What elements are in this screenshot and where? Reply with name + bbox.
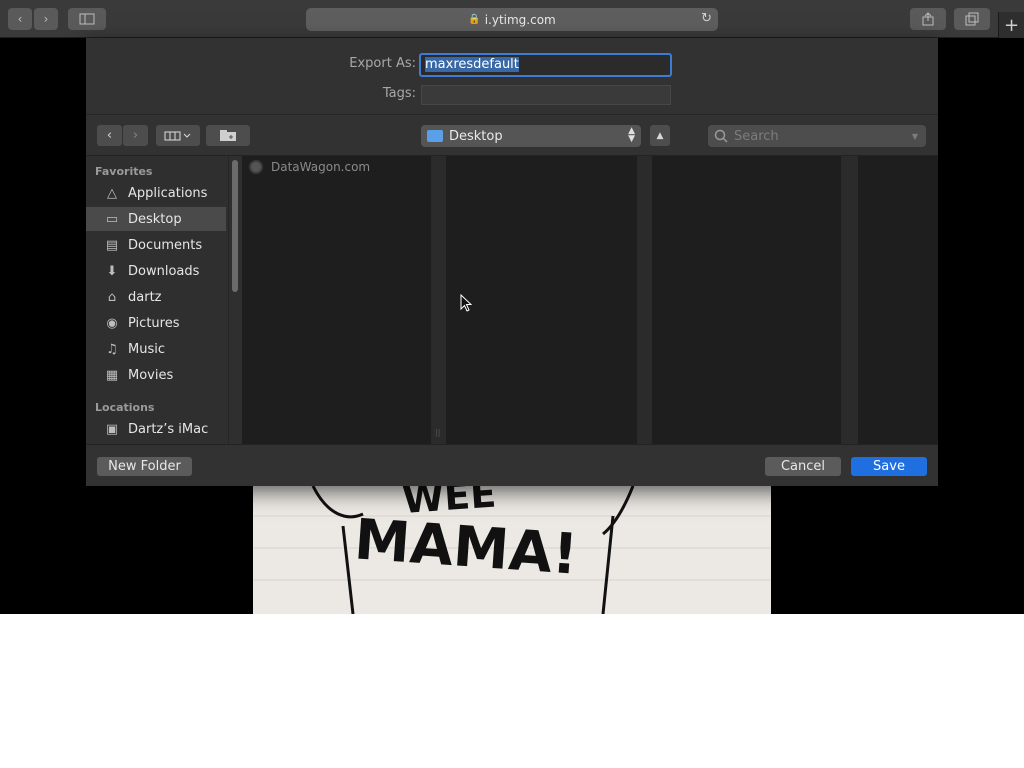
new-tab-button[interactable]: + <box>998 12 1024 38</box>
updown-chevron-icon: ▲ ▼ <box>628 126 635 144</box>
sidebar-item-applications[interactable]: △ Applications <box>86 181 226 205</box>
new-folder-button[interactable]: New Folder <box>97 457 192 476</box>
nav-back-button[interactable]: ‹ <box>97 125 122 146</box>
sidebar-item-label: Movies <box>128 367 174 383</box>
column-1: DataWagon.com <box>242 156 432 444</box>
mouse-cursor-icon <box>460 294 473 312</box>
location-popup[interactable]: Desktop ▲ ▼ <box>421 125 641 147</box>
sidebar-scrollbar[interactable] <box>228 156 240 444</box>
save-button[interactable]: Save <box>851 457 927 476</box>
column-2 <box>446 156 638 444</box>
cancel-button[interactable]: Cancel <box>765 457 841 476</box>
documents-icon: ▤ <box>105 237 119 253</box>
navigation-bar: ‹ › Desktop ▲ ▼ ▲ Search ▼ <box>86 115 938 155</box>
sidebar-item-pictures[interactable]: ◉ Pictures <box>86 311 226 335</box>
chevron-down-icon: ▼ <box>911 131 918 141</box>
sidebar-item-dartz[interactable]: ⌂ dartz <box>86 285 226 309</box>
applications-icon: △ <box>107 185 117 201</box>
sidebar-item-label: Desktop <box>128 211 182 227</box>
column-3 <box>652 156 842 444</box>
tags-label: Tags: <box>382 86 416 101</box>
background-image: WEE MAMA! <box>253 486 771 614</box>
address-bar[interactable]: 🔒 i.ytimg.com ↻ <box>306 8 718 31</box>
sidebar-item-label: Pictures <box>128 315 180 331</box>
url-text: i.ytimg.com <box>484 12 556 27</box>
file-browser: DataWagon.com || <box>242 156 938 444</box>
chevron-left-icon: ‹ <box>17 12 23 26</box>
search-icon <box>714 129 728 143</box>
imac-icon: ▣ <box>105 421 119 437</box>
new-folder-icon <box>220 130 236 141</box>
sidebar-item-desktop[interactable]: ▭ Desktop <box>86 207 226 231</box>
column-divider[interactable] <box>842 156 858 444</box>
column-divider[interactable] <box>432 156 446 444</box>
sidebar-item-downloads[interactable]: ⬇ Downloads <box>86 259 226 283</box>
sidebar: Favorites △ Applications ▭ Desktop ▤ Doc… <box>86 156 242 444</box>
dialog-footer: New Folder Cancel Save <box>86 444 938 486</box>
desktop-icon: ▭ <box>105 211 119 227</box>
movies-icon: ▦ <box>105 367 119 383</box>
forward-button[interactable]: › <box>34 8 58 30</box>
sidebar-item-label: Downloads <box>128 263 200 279</box>
column-4 <box>858 156 938 444</box>
tabs-overview-button[interactable] <box>954 8 990 30</box>
export-dialog: Export As: maxresdefault Tags: ‹ › Deskt… <box>86 38 938 486</box>
share-icon <box>922 12 934 26</box>
back-button[interactable]: ‹ <box>8 8 32 30</box>
file-icon <box>249 160 263 174</box>
sidebar-item-label: Dartz’s iMac <box>128 421 209 437</box>
resize-handle-icon[interactable]: || <box>435 428 440 437</box>
browser-toolbar: ‹ › 🔒 i.ytimg.com ↻ + <box>0 0 1024 38</box>
nav-forward-button[interactable]: › <box>123 125 148 146</box>
file-item[interactable]: DataWagon.com <box>242 158 370 176</box>
sidebar-item-music[interactable]: ♫ Music <box>86 337 226 361</box>
column-view-icon <box>164 131 191 140</box>
search-placeholder: Search <box>734 128 779 144</box>
reload-icon[interactable]: ↻ <box>701 11 712 26</box>
favorites-header: Favorites <box>95 165 153 178</box>
pictures-icon: ◉ <box>106 315 118 331</box>
chevron-right-icon: › <box>43 12 49 26</box>
collapse-button[interactable]: ▲ <box>650 125 670 146</box>
scrollbar-thumb[interactable] <box>232 160 238 292</box>
downloads-icon: ⬇ <box>106 263 118 279</box>
location-label: Desktop <box>449 128 503 144</box>
page-bottom <box>0 614 1024 768</box>
sidebar-item-documents[interactable]: ▤ Documents <box>86 233 226 257</box>
sidebar-icon <box>79 13 95 25</box>
export-as-field[interactable]: maxresdefault <box>419 53 672 77</box>
column-divider[interactable] <box>638 156 652 444</box>
home-icon: ⌂ <box>107 289 117 305</box>
sidebar-toggle-button[interactable] <box>68 8 106 30</box>
view-mode-button[interactable] <box>156 125 200 146</box>
sidebar-item-label: Music <box>128 341 165 357</box>
lock-icon: 🔒 <box>468 14 481 25</box>
sidebar-item-label: Documents <box>128 237 203 253</box>
chevron-up-icon: ▲ <box>656 130 664 141</box>
chevron-right-icon: › <box>132 128 139 143</box>
sidebar-item-imac[interactable]: ▣ Dartz’s iMac <box>86 417 226 441</box>
search-field[interactable]: Search ▼ <box>708 125 926 147</box>
chevron-left-icon: ‹ <box>106 128 113 143</box>
tabs-icon <box>965 12 979 26</box>
sidebar-item-label: Applications <box>128 185 208 201</box>
share-button[interactable] <box>910 8 946 30</box>
export-as-value: maxresdefault <box>425 57 519 72</box>
screen: ‹ › 🔒 i.ytimg.com ↻ + WEE MAMA! Export A… <box>0 0 1024 768</box>
export-as-label: Export As: <box>349 56 416 71</box>
sidebar-item-label: dartz <box>128 289 162 305</box>
tags-field[interactable] <box>421 85 671 105</box>
locations-header: Locations <box>95 401 155 414</box>
file-name: DataWagon.com <box>271 160 371 174</box>
folder-icon <box>427 130 443 142</box>
music-icon: ♫ <box>106 341 118 357</box>
art-text-line2: MAMA! <box>352 507 580 587</box>
sidebar-item-movies[interactable]: ▦ Movies <box>86 363 226 387</box>
new-folder-icon-button[interactable] <box>206 125 250 146</box>
